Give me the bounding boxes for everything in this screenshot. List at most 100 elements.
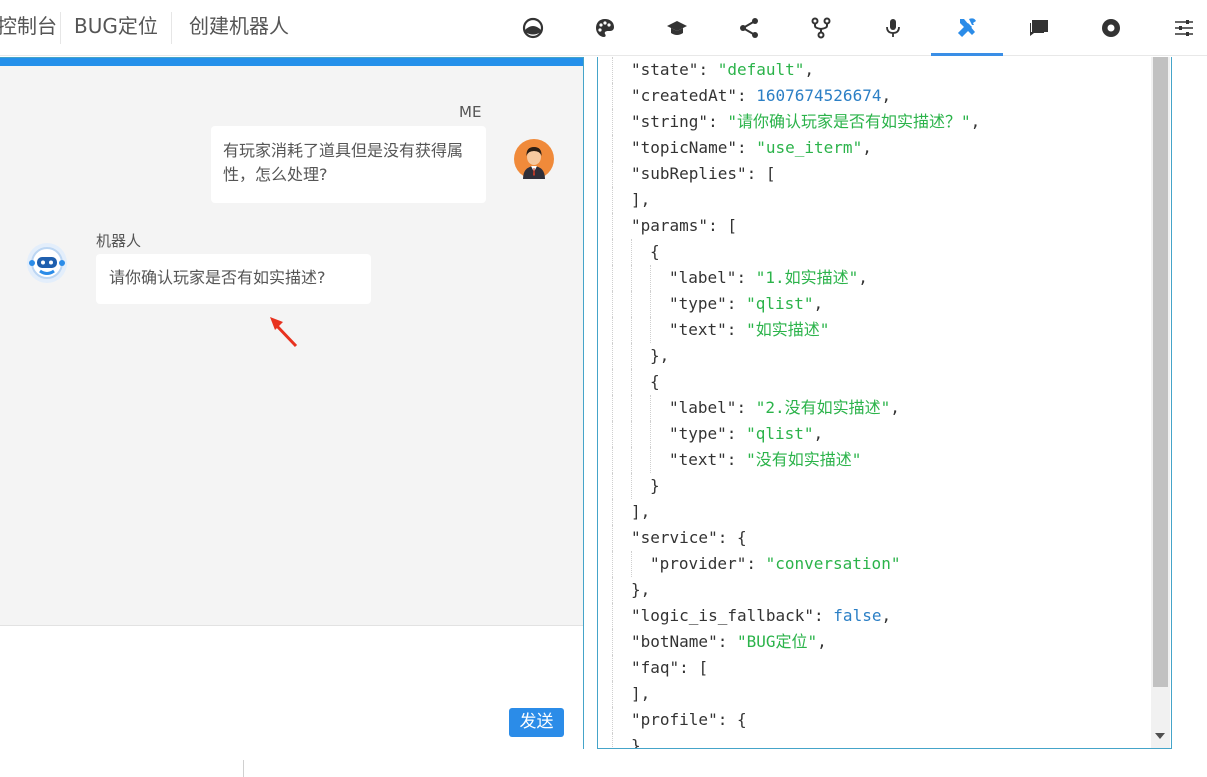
indent-guide (612, 655, 613, 681)
indent-guide (650, 291, 651, 317)
nav-create-robot[interactable]: 创建机器人 (189, 0, 289, 56)
send-button[interactable]: 发送 (509, 708, 564, 737)
json-line: "provider": "conversation" (598, 551, 1151, 577)
json-line: "subReplies": [ (598, 161, 1151, 187)
json-colon: : (717, 528, 737, 547)
json-line: "text": "没有如实描述" (598, 447, 1151, 473)
json-line: "label": "2.没有如实描述", (598, 395, 1151, 421)
json-key: "provider" (650, 554, 747, 573)
graduation-cap-icon[interactable] (641, 0, 713, 56)
chat-window: ME 有玩家消耗了道具但是没有获得属性，怎么处理? 机器人 请你确认玩家是否有如… (0, 57, 584, 749)
json-colon: : (814, 606, 834, 625)
scroll-down-arrow-icon[interactable] (1155, 733, 1165, 739)
json-punct: , (817, 632, 827, 651)
json-punct: , (858, 268, 868, 287)
indent-guide (612, 603, 613, 629)
json-key: "subReplies" (631, 164, 747, 183)
indent-guide (612, 473, 613, 499)
indent-guide (612, 265, 613, 291)
json-value: [ (727, 216, 737, 235)
indent-guide (631, 317, 632, 343)
json-value: 1607674526674 (756, 86, 882, 105)
json-line: }, (598, 343, 1151, 369)
json-value: [ (698, 658, 709, 677)
dashboard-icon[interactable] (497, 0, 569, 56)
indent-guide (631, 291, 632, 317)
json-line: { (598, 369, 1151, 395)
indent-guide (612, 213, 613, 239)
json-key: "type" (669, 294, 727, 313)
indent-guide (612, 499, 613, 525)
indent-guide (650, 447, 651, 473)
indent-guide (631, 395, 632, 421)
json-line: } (598, 733, 1151, 748)
json-line: "type": "qlist", (598, 421, 1151, 447)
json-value: ], (631, 502, 651, 521)
json-value: { (650, 242, 660, 261)
json-line: "botName": "BUG定位", (598, 629, 1151, 655)
top-navigation-bar: 控制台 BUG定位 创建机器人 (0, 0, 1207, 56)
indent-guide (631, 421, 632, 447)
json-value: }, (650, 346, 670, 365)
nav-divider (171, 12, 172, 44)
scrollbar-thumb[interactable] (1153, 57, 1168, 687)
bot-message: 请你确认玩家是否有如实描述? (96, 254, 371, 304)
json-colon: : (708, 112, 728, 131)
json-value: { (736, 528, 747, 547)
indent-guide (612, 57, 613, 83)
json-punct: , (970, 112, 981, 131)
indent-guide (612, 681, 613, 707)
json-value: "default" (717, 60, 805, 79)
json-value: { (736, 710, 747, 729)
json-colon: : (679, 658, 699, 677)
indent-guide (631, 473, 632, 499)
indent-guide (650, 421, 651, 447)
indent-guide (612, 707, 613, 733)
json-value: "没有如实描述" (746, 450, 862, 469)
nav-bug-locate[interactable]: BUG定位 (74, 0, 158, 56)
json-colon: : (717, 710, 737, 729)
json-colon: : (726, 320, 747, 339)
json-line: "profile": { (598, 707, 1151, 733)
json-colon: : (736, 398, 756, 417)
indent-guide (612, 135, 613, 161)
json-punct: , (813, 424, 824, 443)
indent-guide (612, 239, 613, 265)
json-value: "qlist" (746, 294, 814, 313)
json-colon: : (746, 164, 766, 183)
share-icon[interactable] (713, 0, 785, 56)
indent-guide (612, 629, 613, 655)
palette-icon[interactable] (569, 0, 641, 56)
json-punct: , (862, 138, 872, 157)
json-key: "type" (669, 424, 727, 443)
json-value: ], (631, 684, 651, 703)
microphone-icon[interactable] (857, 0, 929, 56)
user-avatar (514, 139, 554, 179)
json-colon: : (726, 294, 747, 313)
json-value: "请你确认玩家是否有如实描述？" (727, 112, 971, 131)
target-icon[interactable] (1075, 0, 1147, 56)
json-line: { (598, 239, 1151, 265)
json-value: } (650, 476, 660, 495)
json-colon: : (736, 138, 757, 157)
json-line: "faq": [ (598, 655, 1151, 681)
divider (243, 760, 244, 777)
tools-icon[interactable] (931, 0, 1003, 56)
chat-icon[interactable] (1003, 0, 1075, 56)
nav-console[interactable]: 控制台 (0, 0, 57, 56)
annotation-arrow-icon (270, 317, 298, 348)
json-line: "type": "qlist", (598, 291, 1151, 317)
indent-guide (612, 83, 613, 109)
json-value: "qlist" (746, 424, 814, 443)
json-value: "1.如实描述" (755, 268, 859, 287)
indent-guide (612, 395, 613, 421)
indent-guide (650, 395, 651, 421)
sliders-icon[interactable] (1148, 0, 1207, 56)
message-input[interactable]: 发送 (0, 625, 583, 749)
json-key: "string" (631, 112, 709, 131)
json-line: } (598, 473, 1151, 499)
json-punct: , (813, 294, 824, 313)
branch-icon[interactable] (785, 0, 857, 56)
json-punct: , (890, 398, 900, 417)
indent-guide (612, 447, 613, 473)
